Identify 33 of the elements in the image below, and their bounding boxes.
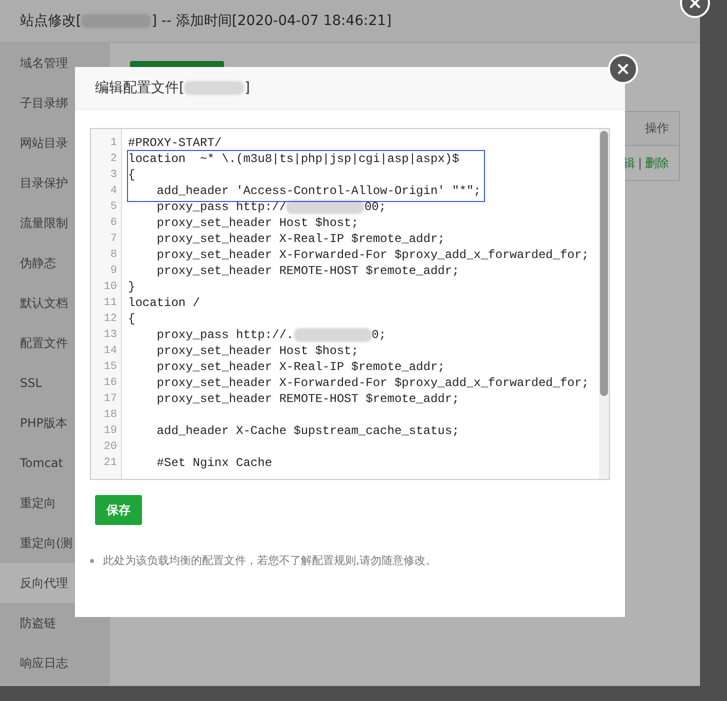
code-line: #Set Nginx Cache: [156, 455, 274, 471]
line-number: 9: [109, 264, 118, 279]
code-line: proxy_set_header Host $host;: [156, 343, 360, 359]
window-title-time: ] -- 添加时间[2020-04-07 18:46:21]: [151, 12, 392, 30]
code-line: add_header 'Access-Control-Allow-Origin' "*";: [156, 183, 482, 199]
line-number: 4: [109, 184, 118, 199]
code-line: proxy_set_header X-Real-IP $remote_addr;: [156, 359, 446, 375]
code-line: proxy_set_header Host $host;: [156, 215, 360, 231]
code-line: location /: [128, 295, 202, 311]
code-line: proxy_pass http://.: [156, 327, 294, 343]
line-number: 7: [109, 232, 118, 247]
line-number: 2: [109, 152, 118, 167]
code-text: 00;: [364, 199, 386, 215]
line-number: 1: [109, 136, 118, 151]
separator-text: |: [638, 156, 642, 170]
code-line: proxy_pass http://: [156, 199, 286, 215]
code-line: {: [128, 311, 136, 327]
code-text: 0;: [372, 327, 386, 343]
line-number: 6: [109, 216, 118, 231]
dialog-title-end: ]: [244, 80, 250, 96]
code-line: proxy_set_header X-Forwarded-For $proxy_add_x_forwarded_for;: [156, 375, 590, 391]
code-line: {: [128, 167, 136, 183]
code-line: proxy_set_header REMOTE-HOST $remote_addr;: [156, 263, 460, 279]
code-line: proxy_set_header X-Forwarded-For $proxy_add_x_forwarded_for;: [156, 247, 590, 263]
code-line: location ~* \.(m3u8|ts|php|jsp|cgi|asp|aspx)$: [128, 151, 460, 167]
line-number: 5: [109, 200, 118, 215]
code-line: proxy_set_header REMOTE-HOST $remote_addr;: [156, 391, 460, 407]
code-line: proxy_set_header X-Real-IP $remote_addr;: [156, 231, 446, 247]
window-title: 站点修改[: [20, 12, 82, 30]
code-line: }: [128, 279, 136, 295]
line-number: 8: [109, 248, 118, 263]
code-line: add_header X-Cache $upstream_cache_status;: [156, 423, 460, 439]
line-number: 3: [109, 168, 118, 183]
